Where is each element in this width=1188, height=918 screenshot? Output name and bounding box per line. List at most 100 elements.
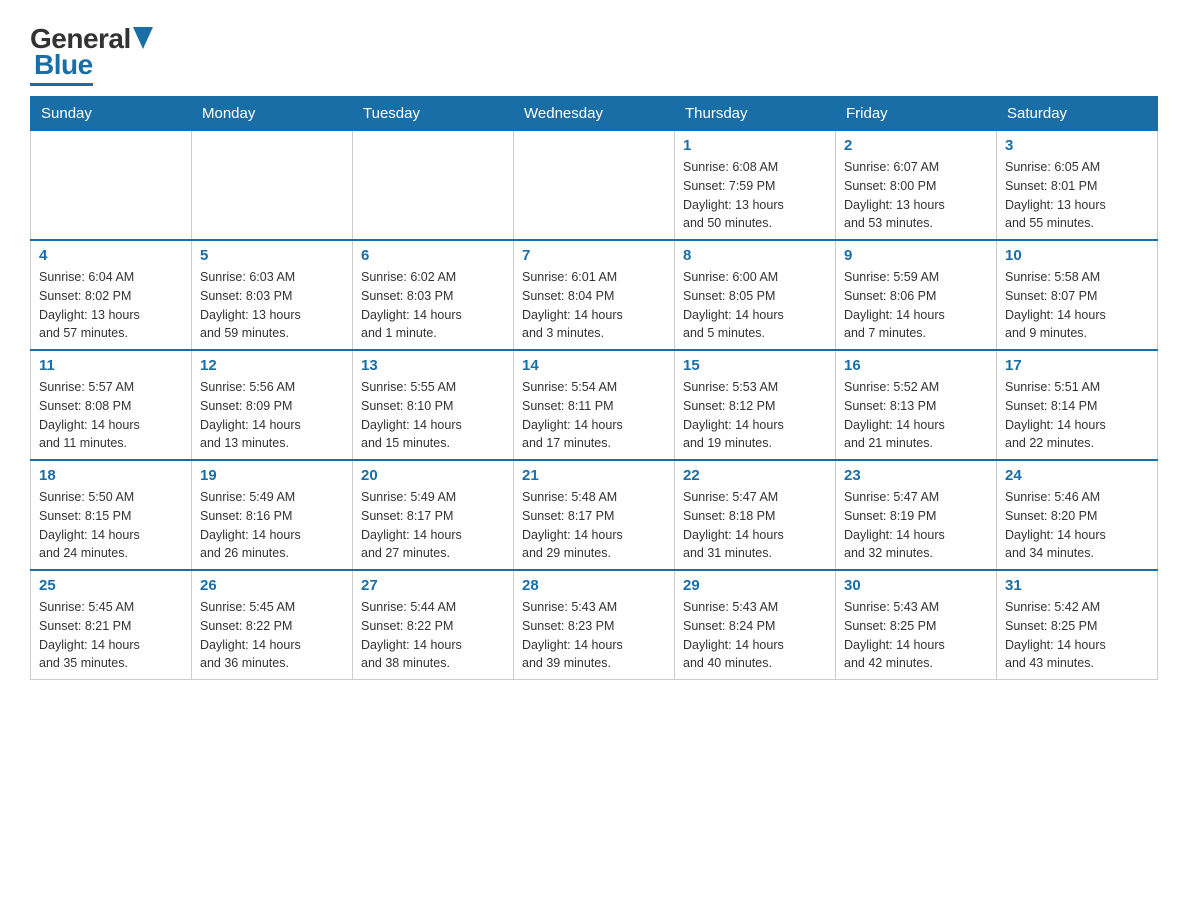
page-header: General Blue: [30, 20, 1158, 86]
calendar-cell: 17 Sunrise: 5:51 AM Sunset: 8:14 PM Dayli…: [997, 350, 1158, 460]
calendar-cell: 23 Sunrise: 5:47 AM Sunset: 8:19 PM Dayli…: [836, 460, 997, 570]
day-info: Sunrise: 6:07 AM Sunset: 8:00 PM Dayligh…: [844, 158, 988, 233]
day-number: 25: [39, 577, 183, 594]
day-number: 3: [1005, 137, 1149, 154]
day-number: 19: [200, 467, 344, 484]
calendar-cell: 14 Sunrise: 5:54 AM Sunset: 8:11 PM Dayli…: [514, 350, 675, 460]
column-header-wednesday: Wednesday: [514, 97, 675, 131]
day-number: 16: [844, 357, 988, 374]
calendar-cell: 27 Sunrise: 5:44 AM Sunset: 8:22 PM Dayli…: [353, 570, 514, 680]
day-number: 24: [1005, 467, 1149, 484]
day-info: Sunrise: 5:58 AM Sunset: 8:07 PM Dayligh…: [1005, 268, 1149, 343]
day-number: 2: [844, 137, 988, 154]
day-number: 15: [683, 357, 827, 374]
day-number: 4: [39, 247, 183, 264]
day-number: 31: [1005, 577, 1149, 594]
calendar-cell: 6Sunrise: 6:02 AM Sunset: 8:03 PM Daylig…: [353, 240, 514, 350]
calendar-cell: 4 Sunrise: 6:04 AM Sunset: 8:02 PM Daylig…: [31, 240, 192, 350]
day-number: 26: [200, 577, 344, 594]
calendar-cell: 26Sunrise: 5:45 AM Sunset: 8:22 PM Dayli…: [192, 570, 353, 680]
day-info: Sunrise: 5:59 AM Sunset: 8:06 PM Dayligh…: [844, 268, 988, 343]
logo: General Blue: [30, 20, 153, 86]
day-number: 9: [844, 247, 988, 264]
calendar-cell: 8 Sunrise: 6:00 AM Sunset: 8:05 PM Daylig…: [675, 240, 836, 350]
calendar-cell: 11 Sunrise: 5:57 AM Sunset: 8:08 PM Dayli…: [31, 350, 192, 460]
column-header-monday: Monday: [192, 97, 353, 131]
day-info: Sunrise: 6:03 AM Sunset: 8:03 PM Dayligh…: [200, 268, 344, 343]
day-number: 13: [361, 357, 505, 374]
calendar-cell: 24Sunrise: 5:46 AM Sunset: 8:20 PM Dayli…: [997, 460, 1158, 570]
column-header-tuesday: Tuesday: [353, 97, 514, 131]
day-info: Sunrise: 5:52 AM Sunset: 8:13 PM Dayligh…: [844, 378, 988, 453]
day-number: 6: [361, 247, 505, 264]
calendar-cell: 28Sunrise: 5:43 AM Sunset: 8:23 PM Dayli…: [514, 570, 675, 680]
day-number: 17: [1005, 357, 1149, 374]
day-number: 10: [1005, 247, 1149, 264]
calendar-cell: 12 Sunrise: 5:56 AM Sunset: 8:09 PM Dayli…: [192, 350, 353, 460]
calendar-cell: [192, 131, 353, 241]
day-info: Sunrise: 6:05 AM Sunset: 8:01 PM Dayligh…: [1005, 158, 1149, 233]
calendar-cell: [514, 131, 675, 241]
day-number: 12: [200, 357, 344, 374]
day-number: 27: [361, 577, 505, 594]
calendar-cell: 25Sunrise: 5:45 AM Sunset: 8:21 PM Dayli…: [31, 570, 192, 680]
calendar-cell: 16 Sunrise: 5:52 AM Sunset: 8:13 PM Dayli…: [836, 350, 997, 460]
calendar-cell: [353, 131, 514, 241]
day-info: Sunrise: 5:54 AM Sunset: 8:11 PM Dayligh…: [522, 378, 666, 453]
calendar-cell: 20 Sunrise: 5:49 AM Sunset: 8:17 PM Dayli…: [353, 460, 514, 570]
week-row-2: 4 Sunrise: 6:04 AM Sunset: 8:02 PM Daylig…: [31, 240, 1158, 350]
logo-blue-label: Blue: [34, 49, 93, 81]
day-info: Sunrise: 6:01 AM Sunset: 8:04 PM Dayligh…: [522, 268, 666, 343]
day-number: 21: [522, 467, 666, 484]
day-info: Sunrise: 5:57 AM Sunset: 8:08 PM Dayligh…: [39, 378, 183, 453]
calendar-table: SundayMondayTuesdayWednesdayThursdayFrid…: [30, 96, 1158, 680]
week-row-3: 11 Sunrise: 5:57 AM Sunset: 8:08 PM Dayli…: [31, 350, 1158, 460]
day-info: Sunrise: 6:04 AM Sunset: 8:02 PM Dayligh…: [39, 268, 183, 343]
calendar-cell: 15 Sunrise: 5:53 AM Sunset: 8:12 PM Dayli…: [675, 350, 836, 460]
calendar-cell: 9 Sunrise: 5:59 AM Sunset: 8:06 PM Daylig…: [836, 240, 997, 350]
day-info: Sunrise: 5:53 AM Sunset: 8:12 PM Dayligh…: [683, 378, 827, 453]
calendar-cell: 2 Sunrise: 6:07 AM Sunset: 8:00 PM Daylig…: [836, 131, 997, 241]
column-header-thursday: Thursday: [675, 97, 836, 131]
calendar-cell: 19Sunrise: 5:49 AM Sunset: 8:16 PM Dayli…: [192, 460, 353, 570]
calendar-cell: 30Sunrise: 5:43 AM Sunset: 8:25 PM Dayli…: [836, 570, 997, 680]
calendar-cell: 22Sunrise: 5:47 AM Sunset: 8:18 PM Dayli…: [675, 460, 836, 570]
calendar-cell: 7 Sunrise: 6:01 AM Sunset: 8:04 PM Daylig…: [514, 240, 675, 350]
column-header-saturday: Saturday: [997, 97, 1158, 131]
day-info: Sunrise: 5:51 AM Sunset: 8:14 PM Dayligh…: [1005, 378, 1149, 453]
day-info: Sunrise: 5:43 AM Sunset: 8:25 PM Dayligh…: [844, 598, 988, 673]
day-number: 7: [522, 247, 666, 264]
day-info: Sunrise: 5:47 AM Sunset: 8:19 PM Dayligh…: [844, 488, 988, 563]
day-info: Sunrise: 5:48 AM Sunset: 8:17 PM Dayligh…: [522, 488, 666, 563]
day-number: 11: [39, 357, 183, 374]
day-info: Sunrise: 5:49 AM Sunset: 8:17 PM Dayligh…: [361, 488, 505, 563]
day-info: Sunrise: 6:08 AM Sunset: 7:59 PM Dayligh…: [683, 158, 827, 233]
day-number: 8: [683, 247, 827, 264]
day-info: Sunrise: 5:55 AM Sunset: 8:10 PM Dayligh…: [361, 378, 505, 453]
calendar-cell: 21 Sunrise: 5:48 AM Sunset: 8:17 PM Dayli…: [514, 460, 675, 570]
day-number: 28: [522, 577, 666, 594]
day-number: 23: [844, 467, 988, 484]
day-number: 29: [683, 577, 827, 594]
calendar-cell: 5Sunrise: 6:03 AM Sunset: 8:03 PM Daylig…: [192, 240, 353, 350]
day-number: 14: [522, 357, 666, 374]
day-info: Sunrise: 5:50 AM Sunset: 8:15 PM Dayligh…: [39, 488, 183, 563]
day-info: Sunrise: 5:56 AM Sunset: 8:09 PM Dayligh…: [200, 378, 344, 453]
day-number: 1: [683, 137, 827, 154]
week-row-1: 1 Sunrise: 6:08 AM Sunset: 7:59 PM Daylig…: [31, 131, 1158, 241]
logo-triangle-icon: [133, 27, 153, 49]
calendar-cell: 13 Sunrise: 5:55 AM Sunset: 8:10 PM Dayli…: [353, 350, 514, 460]
calendar-cell: 18 Sunrise: 5:50 AM Sunset: 8:15 PM Dayli…: [31, 460, 192, 570]
column-header-sunday: Sunday: [31, 97, 192, 131]
day-number: 18: [39, 467, 183, 484]
day-info: Sunrise: 5:44 AM Sunset: 8:22 PM Dayligh…: [361, 598, 505, 673]
calendar-header-row: SundayMondayTuesdayWednesdayThursdayFrid…: [31, 97, 1158, 131]
week-row-4: 18 Sunrise: 5:50 AM Sunset: 8:15 PM Dayli…: [31, 460, 1158, 570]
day-info: Sunrise: 5:42 AM Sunset: 8:25 PM Dayligh…: [1005, 598, 1149, 673]
calendar-cell: [31, 131, 192, 241]
day-number: 20: [361, 467, 505, 484]
day-info: Sunrise: 5:43 AM Sunset: 8:24 PM Dayligh…: [683, 598, 827, 673]
day-info: Sunrise: 5:47 AM Sunset: 8:18 PM Dayligh…: [683, 488, 827, 563]
day-info: Sunrise: 6:00 AM Sunset: 8:05 PM Dayligh…: [683, 268, 827, 343]
calendar-cell: 31 Sunrise: 5:42 AM Sunset: 8:25 PM Dayli…: [997, 570, 1158, 680]
